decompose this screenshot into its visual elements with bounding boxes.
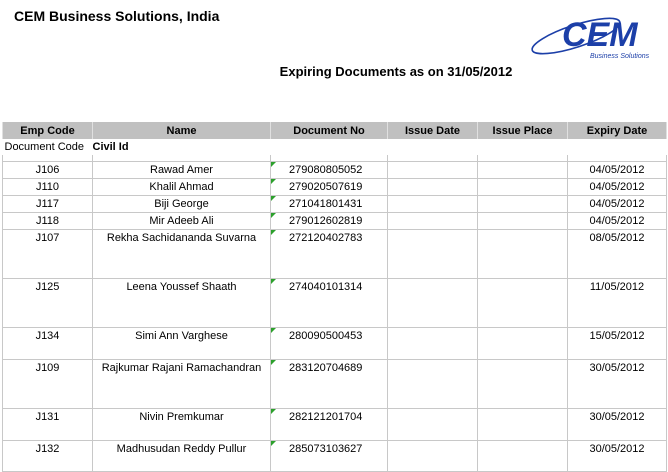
document-no-cell: 271041801431 <box>270 195 388 213</box>
document-no-cell: 279020507619 <box>270 178 388 196</box>
table-row: J106 Rawad Amer 279080805052 04/05/2012 <box>2 161 667 179</box>
expiry-date-cell: 15/05/2012 <box>567 327 667 360</box>
issue-date-cell <box>387 278 478 328</box>
issue-date-cell <box>387 212 478 230</box>
table-row: J125 Leena Youssef Shaath 274040101314 11/0… <box>2 278 667 328</box>
name-cell: Rajkumar Rajani Ramachandran <box>92 359 271 409</box>
document-no-cell: 282121201704 <box>270 408 388 441</box>
issue-place-cell <box>477 359 568 409</box>
expiry-date-cell: 08/05/2012 <box>567 229 667 279</box>
name-cell: Simi Ann Varghese <box>92 327 271 360</box>
document-no-cell: 285073103627 <box>270 440 388 472</box>
table-row: J131 Nivin Premkumar 282121201704 30/05/201… <box>2 408 667 441</box>
documents-table: Emp Code Name Document No Issue Date Iss… <box>2 122 667 472</box>
table-row: J118 Mir Adeeb Ali 279012602819 04/05/2012 <box>2 212 667 230</box>
column-header: Emp Code <box>2 122 93 139</box>
expiry-date-cell: 04/05/2012 <box>567 161 667 179</box>
issue-date-cell <box>387 195 478 213</box>
issue-date-cell <box>387 359 478 409</box>
column-header: Issue Place <box>477 122 568 139</box>
emp-code-cell: J125 <box>2 278 93 328</box>
comment-marker-icon <box>271 162 276 167</box>
expiry-date-cell: 30/05/2012 <box>567 408 667 441</box>
emp-code-cell: J107 <box>2 229 93 279</box>
emp-code-cell: J131 <box>2 408 93 441</box>
document-no-cell: 283120704689 <box>270 359 388 409</box>
name-cell: Rekha Sachidananda Suvarna <box>92 229 271 279</box>
company-name: CEM Business Solutions, India <box>14 8 220 24</box>
expiry-date-cell: 11/05/2012 <box>567 278 667 328</box>
issue-date-cell <box>387 178 478 196</box>
group-row: Document Code Civil Id <box>3 139 667 155</box>
expiry-date-cell: 04/05/2012 <box>567 195 667 213</box>
issue-place-cell <box>477 408 568 441</box>
report-title: Expiring Documents as on 31/05/2012 <box>279 64 513 79</box>
name-cell: Khalil Ahmad <box>92 178 271 196</box>
comment-marker-icon <box>271 441 276 446</box>
logo-subtext: Business Solutions <box>590 53 650 60</box>
table-row: J110 Khalil Ahmad 279020507619 04/05/2012 <box>2 178 667 196</box>
group-value: Civil Id <box>92 141 129 153</box>
issue-date-cell <box>387 229 478 279</box>
comment-marker-icon <box>271 279 276 284</box>
expiry-date-cell: 30/05/2012 <box>567 359 667 409</box>
column-header: Document No <box>270 122 388 139</box>
document-no-cell: 279080805052 <box>270 161 388 179</box>
comment-marker-icon <box>271 409 276 414</box>
comment-marker-icon <box>271 360 276 365</box>
expiry-date-cell: 04/05/2012 <box>567 178 667 196</box>
comment-marker-icon <box>271 328 276 333</box>
table-row: J117 Biji George 271041801431 04/05/2012 <box>2 195 667 213</box>
name-cell: Leena Youssef Shaath <box>92 278 271 328</box>
issue-place-cell <box>477 195 568 213</box>
issue-place-cell <box>477 229 568 279</box>
issue-date-cell <box>387 327 478 360</box>
column-header: Expiry Date <box>567 122 667 139</box>
name-cell: Mir Adeeb Ali <box>92 212 271 230</box>
issue-place-cell <box>477 161 568 179</box>
document-no-cell: 272120402783 <box>270 229 388 279</box>
emp-code-cell: J132 <box>2 440 93 472</box>
issue-date-cell <box>387 408 478 441</box>
comment-marker-icon <box>271 213 276 218</box>
group-label: Document Code <box>4 141 85 153</box>
emp-code-cell: J134 <box>2 327 93 360</box>
logo-text: CEM <box>562 16 638 54</box>
cem-logo: CEM Business Solutions <box>531 16 650 60</box>
issue-place-cell <box>477 178 568 196</box>
emp-code-cell: J117 <box>2 195 93 213</box>
table-row: J134 Simi Ann Varghese 280090500453 15/05/2… <box>2 327 667 360</box>
issue-date-cell <box>387 161 478 179</box>
comment-marker-icon <box>271 230 276 235</box>
document-no-cell: 280090500453 <box>270 327 388 360</box>
table-header-row: Emp Code Name Document No Issue Date Iss… <box>2 122 667 139</box>
name-cell: Nivin Premkumar <box>92 408 271 441</box>
table-row: J107 Rekha Sachidananda Suvarna 2721204027… <box>2 229 667 279</box>
document-no-cell: 279012602819 <box>270 212 388 230</box>
issue-place-cell <box>477 278 568 328</box>
issue-date-cell <box>387 440 478 472</box>
column-header: Issue Date <box>387 122 478 139</box>
name-cell: Rawad Amer <box>92 161 271 179</box>
table-row: J109 Rajkumar Rajani Ramachandran 28312070… <box>2 359 667 409</box>
emp-code-cell: J109 <box>2 359 93 409</box>
expiry-date-cell: 04/05/2012 <box>567 212 667 230</box>
expiry-date-cell: 30/05/2012 <box>567 440 667 472</box>
document-no-cell: 274040101314 <box>270 278 388 328</box>
emp-code-cell: J110 <box>2 178 93 196</box>
name-cell: Madhusudan Reddy Pullur <box>92 440 271 472</box>
emp-code-cell: J118 <box>2 212 93 230</box>
comment-marker-icon <box>271 179 276 184</box>
issue-place-cell <box>477 327 568 360</box>
comment-marker-icon <box>271 196 276 201</box>
table-row: J132 Madhusudan Reddy Pullur 285073103627 3… <box>2 440 667 472</box>
column-header: Name <box>92 122 271 139</box>
emp-code-cell: J106 <box>2 161 93 179</box>
issue-place-cell <box>477 440 568 472</box>
issue-place-cell <box>477 212 568 230</box>
name-cell: Biji George <box>92 195 271 213</box>
